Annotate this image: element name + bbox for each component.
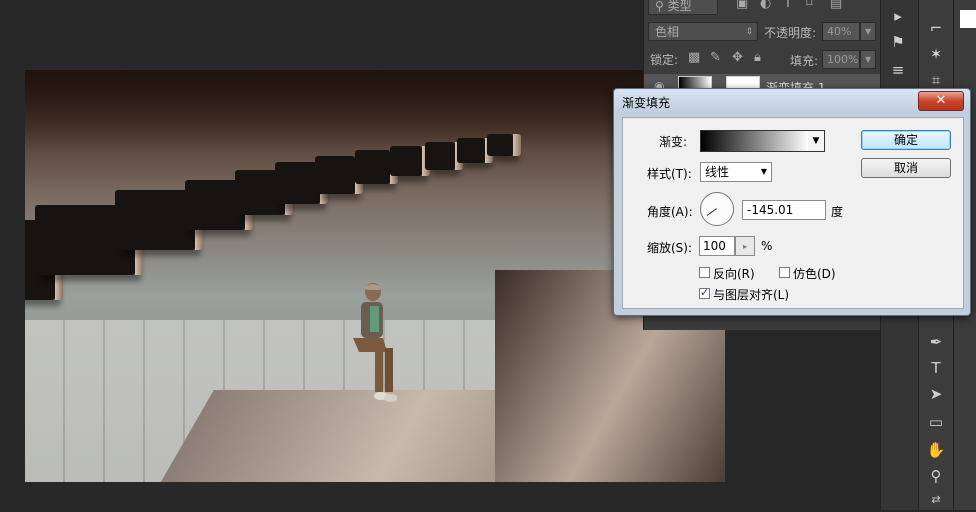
piano-black-key xyxy=(115,190,203,250)
fill-field[interactable]: 100% xyxy=(822,50,860,69)
dither-checkbox[interactable] xyxy=(779,267,790,278)
history-icon[interactable]: ▸ xyxy=(881,4,915,28)
piano-black-key xyxy=(425,142,463,170)
opacity-field[interactable]: 40% xyxy=(822,22,860,41)
piano-black-key xyxy=(457,138,493,163)
brush-presets-icon[interactable]: ⚑ xyxy=(881,30,915,54)
gradient-dropdown-arrow[interactable]: ▼ xyxy=(808,130,825,152)
piano-black-key xyxy=(487,134,521,156)
style-value: 线性 xyxy=(705,165,730,179)
sitting-man-figure xyxy=(353,283,397,402)
piano-black-key xyxy=(275,162,328,204)
piano-black-key xyxy=(315,156,363,194)
chevron-updown-icon: ⇕ xyxy=(745,27,753,37)
style-label: 样式(T): xyxy=(647,167,692,181)
lock-label: 锁定: xyxy=(650,53,679,67)
layer-filter-label: 类型 xyxy=(667,0,692,13)
fill-label: 填充: xyxy=(790,54,819,68)
dialog-body: 渐变: ▼ 样式(T): 线性 ▼ 角度(A): -145.01 度 缩放(S)… xyxy=(622,117,964,309)
magic-wand-icon[interactable]: ✶ xyxy=(919,42,953,66)
opacity-label: 不透明度: xyxy=(764,26,817,40)
lock-position-icon[interactable]: ✥ xyxy=(732,50,743,65)
fill-dropdown-arrow[interactable]: ▼ xyxy=(860,50,876,69)
color-swatch[interactable] xyxy=(960,10,976,28)
close-button[interactable]: ✕ xyxy=(918,91,964,111)
angle-dial[interactable] xyxy=(700,192,734,226)
swap-colors-icon[interactable]: ⇄ xyxy=(919,488,953,512)
blend-mode-dropdown[interactable]: 色相 ⇕ xyxy=(648,22,758,41)
piano-black-key xyxy=(390,146,430,176)
zoom-icon[interactable]: ⚲ xyxy=(919,464,953,488)
polygonal-lasso-icon[interactable]: ⌐ xyxy=(919,16,953,40)
pen-icon[interactable]: ✒ xyxy=(919,330,953,354)
type-icon[interactable]: T xyxy=(919,356,953,380)
lock-image-icon[interactable]: ✎ xyxy=(710,50,721,65)
smart-object-filter-icon[interactable]: ▤ xyxy=(830,0,842,11)
dialog-titlebar[interactable]: 渐变填充 ✕ xyxy=(614,89,970,113)
angle-input[interactable]: -145.01 xyxy=(742,200,826,220)
angle-label: 角度(A): xyxy=(647,205,693,219)
dither-label[interactable]: 仿色(D) xyxy=(793,265,836,282)
canvas-area[interactable] xyxy=(0,0,725,510)
gradient-swatch[interactable] xyxy=(700,130,810,152)
lock-transparent-icon[interactable]: ▩ xyxy=(688,50,700,65)
style-select[interactable]: 线性 ▼ xyxy=(700,162,772,182)
dialog-title: 渐变填充 xyxy=(622,96,671,110)
gradient-label: 渐变: xyxy=(659,135,688,149)
opacity-dropdown-arrow[interactable]: ▼ xyxy=(860,22,876,41)
adjustment-filter-icon[interactable]: ◐ xyxy=(760,0,771,11)
scale-label: 缩放(S): xyxy=(647,241,693,255)
close-icon: ✕ xyxy=(935,93,947,108)
shape-filter-icon[interactable]: ⌑ xyxy=(806,0,813,11)
path-select-icon[interactable]: ➤ xyxy=(919,382,953,406)
piano-black-key xyxy=(355,150,398,184)
align-with-layer-checkbox[interactable] xyxy=(699,286,710,299)
hand-icon[interactable]: ✋ xyxy=(919,438,953,462)
align-with-layer-label[interactable]: 与图层对齐(L) xyxy=(713,286,789,303)
reverse-checkbox[interactable] xyxy=(699,267,710,278)
layer-filter-dropdown[interactable]: ⚲ 类型 xyxy=(648,0,718,15)
scale-input[interactable]: 100 xyxy=(699,236,735,256)
scale-stepper[interactable]: ▸ xyxy=(735,236,755,256)
search-icon: ⚲ xyxy=(655,0,664,13)
scale-unit: % xyxy=(761,239,773,253)
angle-needle xyxy=(706,208,717,216)
adjustments-icon[interactable]: ≡ xyxy=(881,58,915,82)
angle-unit: 度 xyxy=(831,205,844,219)
image-filter-icon[interactable]: ▣ xyxy=(736,0,748,11)
type-filter-icon[interactable]: T xyxy=(784,0,792,11)
reverse-label[interactable]: 反向(R) xyxy=(713,265,755,282)
rectangle-icon[interactable]: ▭ xyxy=(919,410,953,434)
blend-mode-value: 色相 xyxy=(655,25,680,39)
chevron-down-icon: ▼ xyxy=(760,167,767,176)
lock-all-icon[interactable]: 🔒︎ xyxy=(754,50,761,65)
cancel-button[interactable]: 取消 xyxy=(861,158,951,178)
gradient-fill-dialog: 渐变填充 ✕ 渐变: ▼ 样式(T): 线性 ▼ 角度(A): -145.01 … xyxy=(613,88,971,316)
ok-button[interactable]: 确定 xyxy=(861,130,951,150)
